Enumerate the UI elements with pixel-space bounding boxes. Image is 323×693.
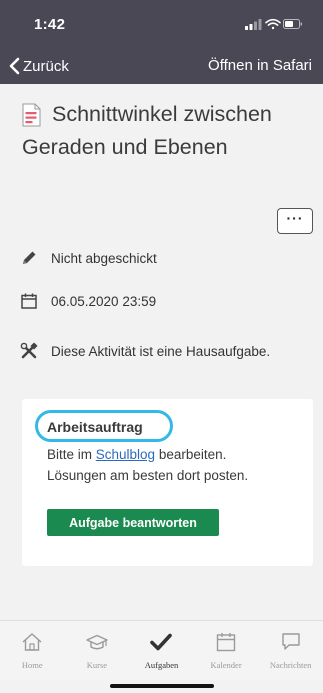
submission-status-row: Nicht abgeschickt [20, 246, 157, 270]
back-button[interactable]: Zurück [8, 55, 69, 77]
more-dots-icon: ··· [286, 210, 304, 226]
status-icons [245, 18, 302, 30]
page-title: Schnittwinkel zwischen Geraden und Ebene… [22, 102, 272, 159]
submission-status: Nicht abgeschickt [51, 250, 157, 266]
more-options-button[interactable]: ··· [277, 208, 313, 234]
checkmark-icon [150, 633, 173, 651]
assignment-content: Schnittwinkel zwischen Geraden und Ebene… [0, 84, 323, 620]
pencil-icon [23, 251, 36, 264]
homework-note: Diese Aktivität ist eine Hausaufgabe. [51, 343, 271, 359]
task-card: Arbeitsauftrag Bitte im Schulblog bearbe… [22, 399, 313, 566]
status-bar: 1:42 [0, 0, 323, 46]
back-label: Zurück [23, 57, 69, 75]
open-in-safari-button[interactable]: Öffnen in Safari [208, 57, 312, 74]
tab-kurse[interactable]: Kurse [65, 621, 130, 680]
navigation-bar: Zurück Öffnen in Safari [0, 46, 323, 84]
document-icon [22, 103, 41, 127]
signal-icon [245, 19, 262, 30]
due-date-row: 06.05.2020 23:59 [20, 289, 156, 313]
homework-note-row: Diese Aktivität ist eine Hausaufgabe. [20, 339, 270, 363]
battery-icon [283, 19, 302, 29]
home-indicator [110, 684, 214, 688]
status-time: 1:42 [34, 16, 66, 33]
due-date: 06.05.2020 23:59 [51, 293, 157, 309]
tab-aufgaben[interactable]: Aufgaben [129, 621, 194, 680]
graduation-cap-icon [86, 634, 108, 650]
chevron-left-icon [9, 57, 20, 75]
card-line-1: Bitte im Schulblog bearbeiten. [47, 447, 227, 462]
tools-icon [20, 342, 38, 359]
speech-bubble-icon [281, 633, 300, 650]
calendar-icon [216, 633, 236, 652]
card-body: Bitte im Schulblog bearbeiten. Lösungen … [47, 444, 248, 486]
tab-bar: Home Kurse Aufgaben Kalender Nachrichten [0, 620, 323, 680]
answer-task-button[interactable]: Aufgabe beantworten [47, 509, 219, 536]
card-line-2: Lösungen am besten dort posten. [47, 468, 249, 483]
assignment-header: Schnittwinkel zwischen Geraden und Ebene… [22, 98, 307, 164]
home-icon [22, 633, 42, 651]
tab-kalender[interactable]: Kalender [194, 621, 259, 680]
calendar-icon [21, 293, 37, 309]
wifi-icon [265, 18, 281, 30]
schulblog-link[interactable]: Schulblog [96, 447, 155, 462]
card-title: Arbeitsauftrag [47, 419, 143, 435]
tab-home[interactable]: Home [0, 621, 65, 680]
tab-nachrichten[interactable]: Nachrichten [258, 621, 323, 680]
